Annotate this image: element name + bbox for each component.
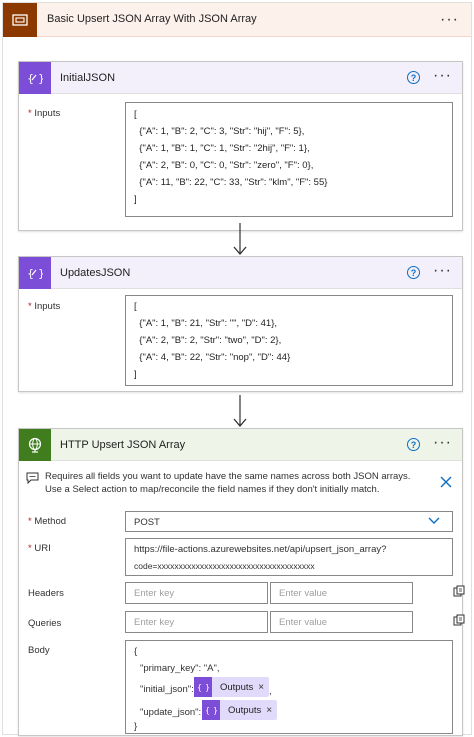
scope-icon xyxy=(3,3,37,37)
code-line: {"A": 2, "B": 0, "C": 0, "Str": "zero", … xyxy=(134,160,314,171)
token-label: Outputs xyxy=(228,704,262,716)
code-line: [ xyxy=(134,109,137,120)
body-comma: , xyxy=(269,686,272,697)
outputs-token[interactable]: {} Outputs × xyxy=(194,677,270,697)
svg-text:{: { xyxy=(197,683,202,692)
info-note-text: Requires all fields you want to update h… xyxy=(45,471,411,495)
queries-value-placeholder: Enter value xyxy=(279,617,328,628)
queries-value-input[interactable]: Enter value xyxy=(270,611,413,633)
queries-key-input[interactable]: Enter key xyxy=(125,611,268,633)
svg-text:}: } xyxy=(38,267,43,280)
updates-json-inputs[interactable]: [ {"A": 1, "B": 21, "Str": "", "D": 41},… xyxy=(125,295,453,386)
code-line: ] xyxy=(134,194,137,205)
updates-json-header[interactable]: {} UpdatesJSON ? ··· xyxy=(19,257,462,289)
uri-line-1: https://file-actions.azurewebsites.net/a… xyxy=(134,544,387,555)
globe-icon xyxy=(19,429,51,461)
remove-token-icon[interactable]: × xyxy=(258,682,269,693)
code-line: {"A": 1, "B": 1, "C": 1, "Str": "2hij", … xyxy=(134,143,310,154)
compose-icon: {} xyxy=(202,700,220,720)
code-line: {"A": 1, "B": 21, "Str": "", "D": 41}, xyxy=(134,318,278,329)
http-action-title: HTTP Upsert JSON Array xyxy=(60,439,186,451)
headers-value-input[interactable]: Enter value xyxy=(270,582,413,604)
scope-container: Basic Upsert JSON Array With JSON Array … xyxy=(2,2,472,736)
body-close-brace: } xyxy=(134,721,138,732)
http-action-header[interactable]: HTTP Upsert JSON Array ? ··· xyxy=(19,429,462,461)
body-initial-json-key: "initial_json": xyxy=(140,684,194,695)
connector-arrow-icon xyxy=(233,223,247,255)
help-icon[interactable]: ? xyxy=(407,438,420,451)
http-action-card: HTTP Upsert JSON Array ? ··· Requires al… xyxy=(18,428,465,736)
remove-token-icon[interactable]: × xyxy=(266,705,277,716)
code-line: {"A": 11, "B": 22, "C": 33, "Str": "klm"… xyxy=(134,177,328,188)
method-value: POST xyxy=(134,517,160,528)
svg-text:}: } xyxy=(38,72,43,85)
queries-label: Queries xyxy=(28,618,62,629)
initial-json-inputs[interactable]: [ {"A": 1, "B": 2, "C": 3, "Str": "hij",… xyxy=(125,102,453,217)
switch-to-text-mode-icon[interactable] xyxy=(453,585,465,598)
more-options-icon[interactable]: ··· xyxy=(433,67,452,85)
initial-json-header[interactable]: {} InitialJSON ? ··· xyxy=(19,62,462,94)
uri-line-2: code=xxxxxxxxxxxxxxxxxxxxxxxxxxxxxxxxxxx… xyxy=(134,561,315,571)
headers-key-input[interactable]: Enter key xyxy=(125,582,268,604)
chevron-down-icon xyxy=(428,517,440,524)
method-select[interactable]: POST xyxy=(125,511,453,532)
info-note: Requires all fields you want to update h… xyxy=(26,468,455,500)
code-line: {"A": 2, "B": 2, "Str": "two", "D": 2}, xyxy=(134,335,282,346)
code-line: ] xyxy=(134,369,137,380)
more-options-icon[interactable]: ··· xyxy=(433,262,452,280)
body-label: Body xyxy=(28,645,50,656)
inputs-label: * Inputs xyxy=(28,108,61,119)
token-label: Outputs xyxy=(220,681,254,693)
uri-label: * URI xyxy=(28,543,51,554)
headers-label: Headers xyxy=(28,588,64,599)
compose-icon: {} xyxy=(194,677,212,697)
compose-icon: {} xyxy=(19,62,51,94)
headers-key-placeholder: Enter key xyxy=(134,588,175,599)
initial-json-card: {} InitialJSON ? ··· * Inputs [ {"A": 1,… xyxy=(18,61,463,231)
outputs-token[interactable]: {} Outputs × xyxy=(202,700,278,720)
queries-key-placeholder: Enter key xyxy=(134,617,175,628)
comment-icon xyxy=(26,472,39,484)
scope-more-options-icon[interactable]: ··· xyxy=(440,11,459,29)
scope-title: Basic Upsert JSON Array With JSON Array xyxy=(47,13,257,25)
uri-input[interactable]: https://file-actions.azurewebsites.net/a… xyxy=(125,538,453,576)
inputs-label: * Inputs xyxy=(28,301,61,312)
scope-header[interactable]: Basic Upsert JSON Array With JSON Array … xyxy=(3,3,471,37)
more-options-icon[interactable]: ··· xyxy=(433,434,452,452)
body-primary-key: "primary_key": "A", xyxy=(140,663,220,674)
svg-text:}: } xyxy=(213,706,217,715)
compose-icon: {} xyxy=(19,257,51,289)
help-icon[interactable]: ? xyxy=(407,71,420,84)
body-input[interactable]: { "primary_key": "A", "initial_json": {}… xyxy=(125,640,453,734)
initial-json-title: InitialJSON xyxy=(60,72,116,84)
code-line: [ xyxy=(134,301,137,312)
method-label: * Method xyxy=(28,516,67,527)
connector-arrow-icon xyxy=(233,395,247,427)
headers-value-placeholder: Enter value xyxy=(279,588,328,599)
code-line: {"A": 4, "B": 22, "Str": "nop", "D": 44} xyxy=(134,352,291,363)
svg-text:}: } xyxy=(205,683,209,692)
close-icon[interactable] xyxy=(440,476,452,488)
updates-json-title: UpdatesJSON xyxy=(60,267,131,279)
svg-text:{: { xyxy=(205,706,210,715)
body-update-json-key: "update_json": xyxy=(140,707,202,718)
switch-to-text-mode-icon[interactable] xyxy=(453,614,465,627)
help-icon[interactable]: ? xyxy=(407,266,420,279)
updates-json-card: {} UpdatesJSON ? ··· * Inputs [ {"A": 1,… xyxy=(18,256,463,392)
code-line: {"A": 1, "B": 2, "C": 3, "Str": "hij", "… xyxy=(134,126,305,137)
body-open-brace: { xyxy=(134,646,138,657)
